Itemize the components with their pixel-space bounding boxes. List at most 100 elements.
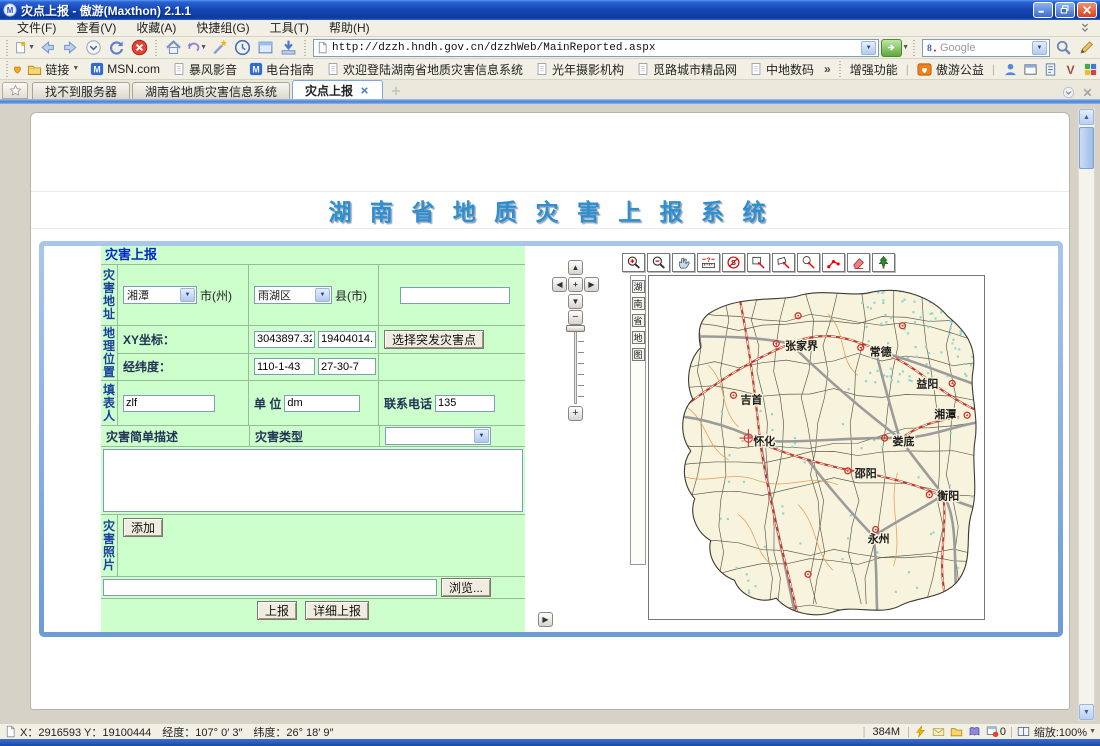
links-bar-item[interactable]: M电台指南	[249, 61, 314, 78]
zoom-slider-track[interactable]	[574, 326, 577, 404]
restore-button[interactable]	[1055, 2, 1075, 18]
links-bar-item[interactable]: 欢迎登陆湖南省地质灾害信息系统	[326, 61, 523, 78]
plugins-grip[interactable]	[838, 61, 843, 77]
home-button[interactable]	[162, 38, 185, 58]
zoom-dropdown[interactable]: ▼	[1089, 728, 1096, 736]
map-select-rect-button[interactable]	[747, 253, 770, 272]
pan-center-button[interactable]: +	[568, 277, 583, 292]
links-overflow-button[interactable]: »	[824, 62, 831, 76]
go-button[interactable]	[881, 39, 902, 57]
links-bar-item[interactable]: MMSN.com	[90, 62, 160, 76]
tab-灾点上报[interactable]: 灾点上报	[292, 80, 383, 99]
zoom-control[interactable]: 缩放:100%	[1034, 724, 1087, 740]
scroll-thumb[interactable]	[1079, 127, 1094, 169]
minimize-button[interactable]	[1033, 2, 1053, 18]
map-draw-point-button[interactable]	[822, 253, 845, 272]
search-box[interactable]: 8 Google ▼	[922, 39, 1050, 57]
back-button[interactable]	[36, 38, 59, 58]
toolbar-grip[interactable]	[5, 40, 10, 56]
new-button[interactable]: ▼	[13, 38, 36, 58]
latitude-input[interactable]	[318, 358, 376, 375]
pan-down-button[interactable]: ▼	[568, 294, 583, 309]
stop-button[interactable]	[128, 38, 151, 58]
charity-icon[interactable]	[917, 62, 932, 77]
county-select[interactable]: 雨湖区 ▼	[254, 286, 332, 304]
addressbar-grip[interactable]	[303, 40, 308, 56]
map-select-polygon-button[interactable]	[772, 253, 795, 272]
zoom-out-step-button[interactable]: −	[568, 310, 583, 325]
go-dropdown-button[interactable]: ▼	[902, 44, 909, 52]
recent-pages-dropdown[interactable]	[82, 38, 105, 58]
menu-item[interactable]: 查看(V)	[67, 20, 125, 36]
links-bar-item[interactable]: 光年摄影机构	[535, 61, 624, 78]
browse-button[interactable]: 浏览...	[441, 578, 491, 597]
close-tab-button[interactable]	[1081, 86, 1094, 99]
submit-button[interactable]: 上报	[257, 601, 297, 620]
linksbar-grip[interactable]	[5, 61, 9, 77]
menu-item[interactable]: 文件(F)	[8, 20, 65, 36]
im-plugin-icon[interactable]	[1003, 62, 1018, 77]
x-coordinate-input[interactable]	[254, 331, 315, 348]
add-photo-button[interactable]: 添加	[123, 518, 163, 537]
charity-label[interactable]: 傲游公益	[936, 61, 984, 78]
search-grip[interactable]	[912, 40, 917, 56]
collapse-form-button[interactable]: ▶	[538, 612, 553, 627]
y-coordinate-input[interactable]	[318, 331, 376, 348]
menu-overflow-chevron-icon[interactable]	[1078, 21, 1092, 35]
v-plugin-icon[interactable]: V	[1063, 62, 1078, 77]
address-detail-input[interactable]	[400, 287, 510, 304]
links-folder-button[interactable]: 链接 ▼	[27, 61, 79, 78]
map-zoom-out-button[interactable]	[647, 253, 670, 272]
description-textarea[interactable]	[103, 449, 523, 512]
phone-input[interactable]	[435, 395, 495, 412]
tab-list-button[interactable]	[1062, 86, 1075, 99]
download-button[interactable]	[277, 38, 300, 58]
page-scrollbar[interactable]: ▲ ▼	[1078, 108, 1095, 721]
scroll-down-button[interactable]: ▼	[1079, 704, 1094, 720]
links-bar-item[interactable]: 暴风影音	[172, 61, 237, 78]
pan-right-button[interactable]: ▶	[584, 277, 599, 292]
links-bar-item[interactable]: 觅路城市精品网	[636, 61, 737, 78]
refresh-button[interactable]	[105, 38, 128, 58]
mail-icon[interactable]	[932, 725, 945, 738]
reporter-name-input[interactable]	[123, 395, 215, 412]
tab-找不到服务器[interactable]: 找不到服务器	[32, 82, 130, 99]
favorites-heart-icon[interactable]	[12, 62, 23, 77]
tab-close-icon[interactable]	[359, 85, 370, 96]
search-engine-dropdown[interactable]: ▼	[1032, 41, 1047, 55]
map-pan-button[interactable]	[672, 253, 695, 272]
disaster-type-select[interactable]: ▼	[385, 427, 491, 445]
tab-湖南省地质灾害信息系统[interactable]: 湖南省地质灾害信息系统	[132, 82, 290, 99]
new-tab-button[interactable]	[385, 83, 407, 99]
map-eraser-button[interactable]	[847, 253, 870, 272]
menu-item[interactable]: 帮助(H)	[320, 20, 379, 36]
highlight-button[interactable]	[1075, 38, 1098, 58]
zoom-in-step-button[interactable]: +	[568, 406, 583, 421]
scroll-up-button[interactable]: ▲	[1079, 109, 1094, 125]
photo-file-input[interactable]	[103, 579, 437, 596]
menu-item[interactable]: 收藏(A)	[127, 20, 185, 36]
map-canvas[interactable]: 张家界常德益阳吉首湘潭怀化娄底邵阳衡阳永州	[648, 275, 985, 620]
dropdown-arrow[interactable]: ▼	[28, 44, 35, 52]
boost-button[interactable]: 增强功能	[850, 61, 898, 78]
pan-up-button[interactable]: ▲	[568, 260, 583, 275]
note-plugin-icon[interactable]	[1043, 62, 1058, 77]
favorites-star-button[interactable]	[2, 82, 28, 99]
window-titlebar[interactable]: M 灾点上报 - 傲游(Maxthon) 2.1.1	[0, 0, 1100, 20]
forward-button[interactable]	[59, 38, 82, 58]
unit-input[interactable]	[284, 395, 360, 412]
undo-button[interactable]: ▼	[185, 38, 208, 58]
map-zoom-in-button[interactable]	[622, 253, 645, 272]
notes-icon[interactable]	[968, 725, 981, 738]
map-identify-button[interactable]	[797, 253, 820, 272]
map-layer-strip[interactable]: 湖南省地图	[630, 275, 646, 565]
detail-submit-button[interactable]: 详细上报	[305, 601, 369, 620]
pick-disaster-point-button[interactable]: 选择突发灾害点	[384, 330, 484, 349]
city-select[interactable]: 湘潭 ▼	[123, 286, 197, 304]
url-dropdown-button[interactable]: ▼	[861, 41, 876, 55]
menu-item[interactable]: 快捷组(G)	[187, 20, 258, 36]
groups-button[interactable]	[254, 38, 277, 58]
search-button[interactable]	[1052, 38, 1075, 58]
split-view-icon[interactable]	[1017, 725, 1030, 738]
map-full-extent-button[interactable]	[872, 253, 895, 272]
